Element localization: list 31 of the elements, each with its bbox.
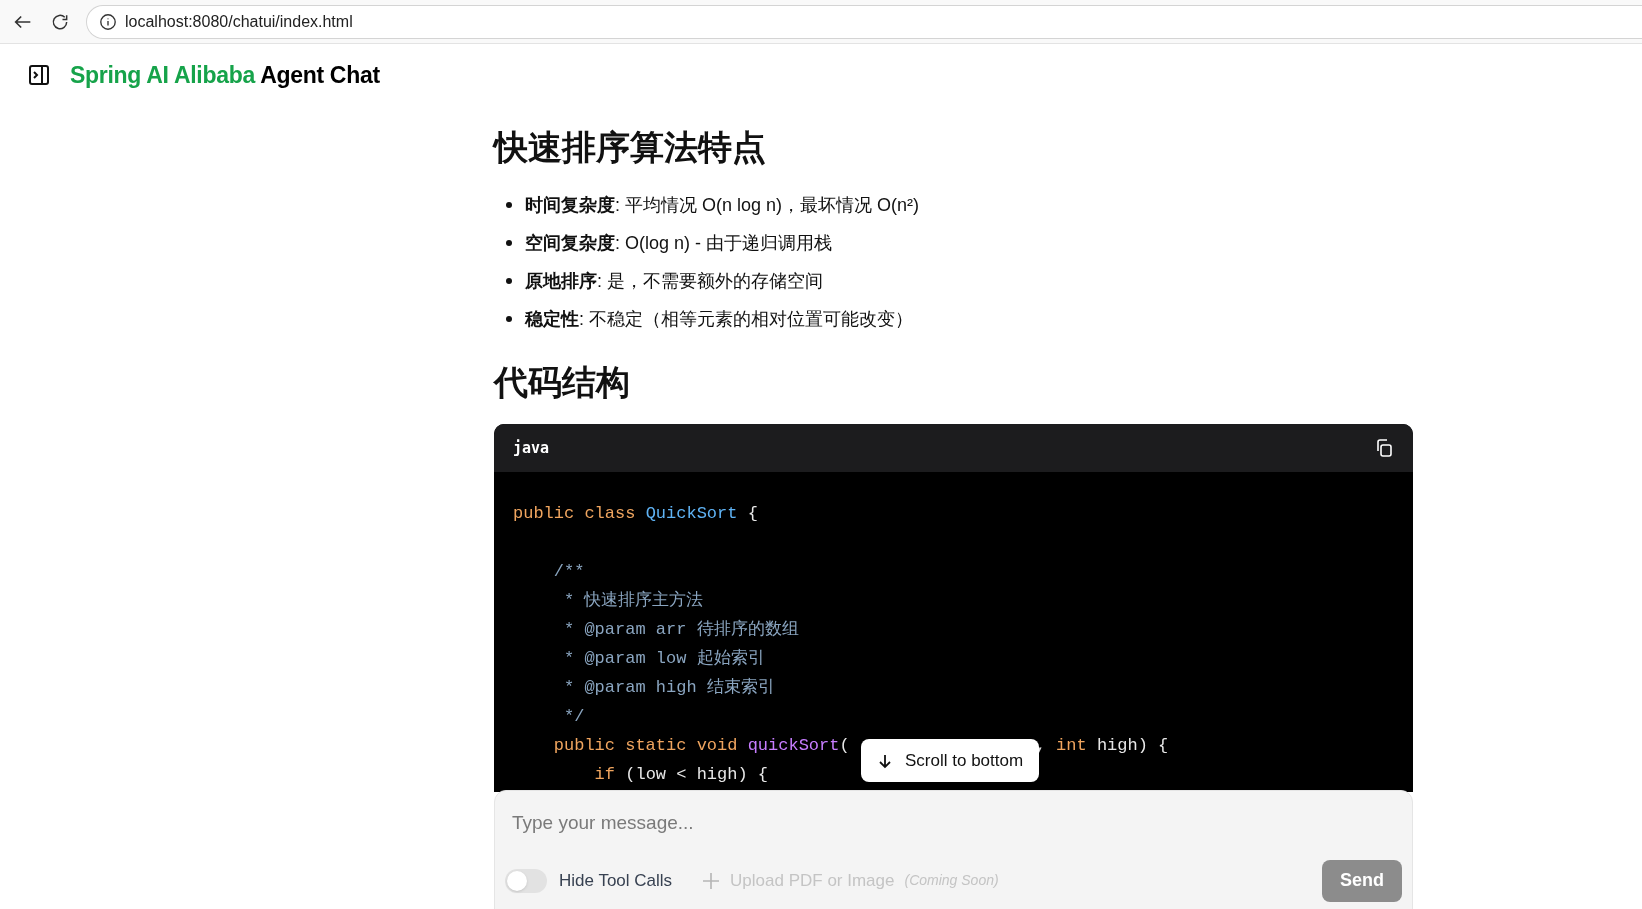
code-line: if (low < high) { (593, 764, 769, 786)
list-item-text: 时间复杂度: 平均情况 O(n log n)，最坏情况 O(n²) (525, 194, 920, 217)
toggle-switch[interactable] (505, 868, 547, 893)
code-line: /** (552, 561, 585, 583)
code-language-label: java (513, 437, 550, 459)
list-item-text: 空间复杂度: O(log n) - 由于递归调用栈 (525, 232, 833, 255)
toggle-label: Hide Tool Calls (559, 869, 673, 892)
bullet-icon (506, 316, 512, 322)
bullet-icon (506, 240, 512, 246)
scroll-to-bottom-button[interactable]: Scroll to bottom (861, 739, 1040, 782)
bullet-icon (506, 278, 512, 284)
code-line: * @param high 结束索引 (563, 677, 775, 699)
code-line: public static void quickSort( (552, 735, 850, 757)
app-title: Spring AI Alibaba Agent Chat (70, 60, 380, 90)
list-item-text: 原地排序: 是，不需要额外的存储空间 (525, 270, 823, 293)
plus-icon (702, 871, 721, 890)
section-heading: 快速排序算法特点 (494, 127, 767, 168)
code-line: */ (563, 706, 585, 728)
list-item-text: 稳定性: 不稳定（相等元素的相对位置可能改变） (525, 308, 913, 331)
section-heading: 代码结构 (494, 362, 631, 403)
code-line: public class QuickSort { (513, 503, 758, 525)
bullet-icon (506, 202, 512, 208)
sidebar-toggle-icon[interactable] (28, 64, 50, 86)
code-line: * @param low 起始索引 (563, 648, 765, 670)
copy-icon[interactable] (1374, 438, 1394, 458)
arrow-down-icon (877, 752, 893, 769)
code-line: * @param arr 待排序的数组 (563, 618, 799, 641)
info-icon (99, 12, 117, 31)
code-line: * 快速排序主方法 (563, 589, 704, 612)
address-bar[interactable]: localhost:8080/chatui/index.html (86, 4, 1642, 39)
url-text: localhost:8080/chatui/index.html (125, 11, 353, 32)
